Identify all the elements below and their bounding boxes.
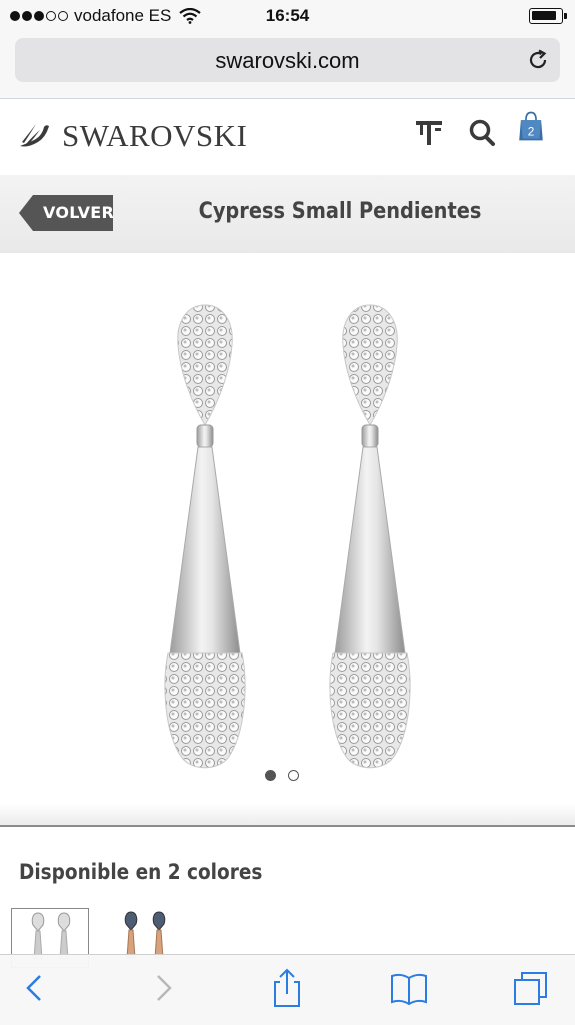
swan-logo-icon <box>20 124 49 147</box>
back-label: VOLVER <box>43 203 115 222</box>
browser-chrome: swarovski.com <box>0 34 575 99</box>
clock: 16:54 <box>265 6 310 25</box>
search-icon[interactable] <box>468 116 498 148</box>
share-icon[interactable] <box>267 968 307 1008</box>
back-button[interactable]: VOLVER <box>19 195 115 231</box>
section-divider <box>0 803 575 827</box>
product-image-carousel[interactable] <box>0 253 575 803</box>
cart-count: 2 <box>528 125 535 138</box>
colors-heading: Disponible en 2 colores <box>19 860 263 884</box>
url-text[interactable]: swarovski.com <box>15 48 560 74</box>
carousel-indicator[interactable] <box>265 770 311 781</box>
store-icon[interactable] <box>414 116 444 148</box>
bookmarks-icon[interactable] <box>389 968 429 1008</box>
shopping-bag-icon[interactable]: 2 <box>514 110 548 142</box>
battery-icon <box>529 8 567 24</box>
status-bar: vodafone ES 16:54 <box>0 0 575 34</box>
carousel-dot-2[interactable] <box>288 770 299 781</box>
forward-arrow-icon[interactable] <box>142 968 182 1008</box>
reload-icon[interactable] <box>526 48 550 72</box>
tabs-icon[interactable] <box>512 968 552 1008</box>
product-title: Cypress Small Pendientes <box>198 199 482 224</box>
swarovski-logo[interactable]: SWAROVSKI <box>18 118 247 154</box>
earring-right <box>329 304 411 769</box>
earring-left <box>164 304 246 769</box>
address-bar[interactable]: swarovski.com <box>15 38 560 82</box>
product-image <box>164 304 411 769</box>
back-arrow-icon[interactable] <box>16 968 56 1008</box>
carousel-dot-1[interactable] <box>265 770 276 781</box>
brand-name: SWAROVSKI <box>62 118 248 153</box>
